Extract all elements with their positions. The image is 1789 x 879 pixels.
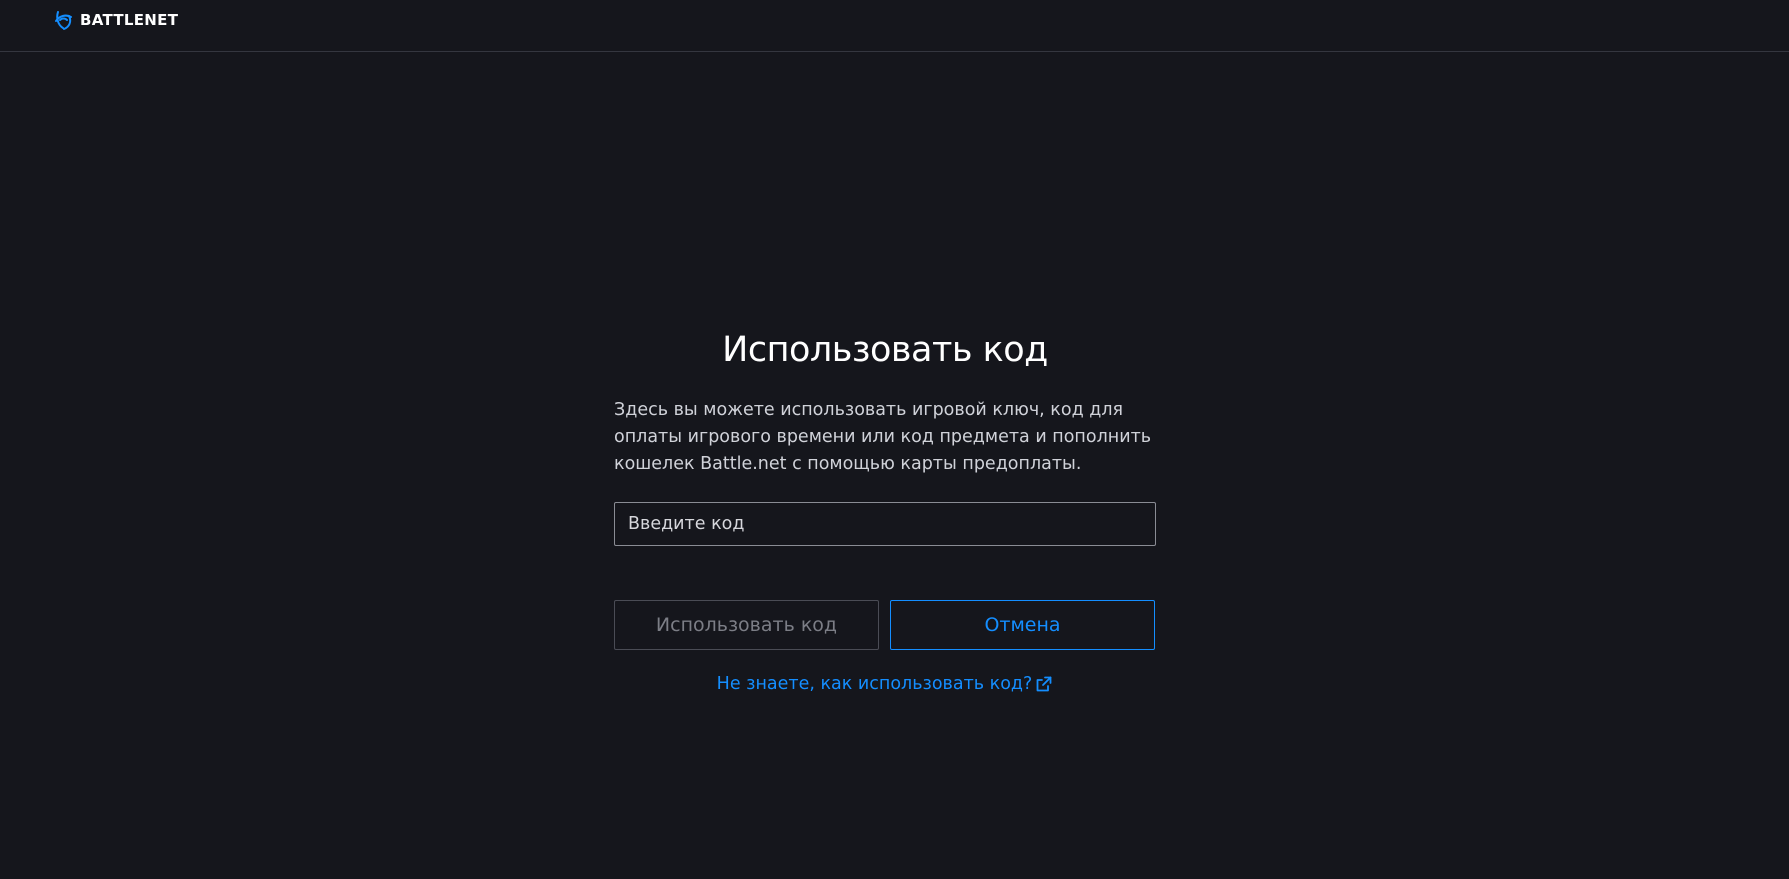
- redeem-code-button[interactable]: Использовать код: [614, 600, 879, 650]
- help-link[interactable]: Не знаете, как использовать код?: [614, 674, 1156, 694]
- battlenet-logo-icon: [55, 11, 72, 30]
- top-header: BATTLENET: [0, 0, 1789, 52]
- external-link-icon: [1036, 676, 1052, 692]
- help-link-text: Не знаете, как использовать код?: [716, 674, 1033, 694]
- logo-text: BATTLENET: [80, 11, 179, 29]
- page-title: Использовать код: [722, 330, 1048, 370]
- action-buttons: Использовать код Отмена: [614, 600, 1156, 650]
- redeem-code-panel: Использовать код Здесь вы можете использ…: [614, 325, 1156, 694]
- cancel-button[interactable]: Отмена: [890, 600, 1155, 650]
- code-input[interactable]: [614, 502, 1156, 546]
- page-description: Здесь вы можете использовать игровой клю…: [614, 400, 1152, 474]
- battlenet-logo[interactable]: BATTLENET: [51, 8, 178, 32]
